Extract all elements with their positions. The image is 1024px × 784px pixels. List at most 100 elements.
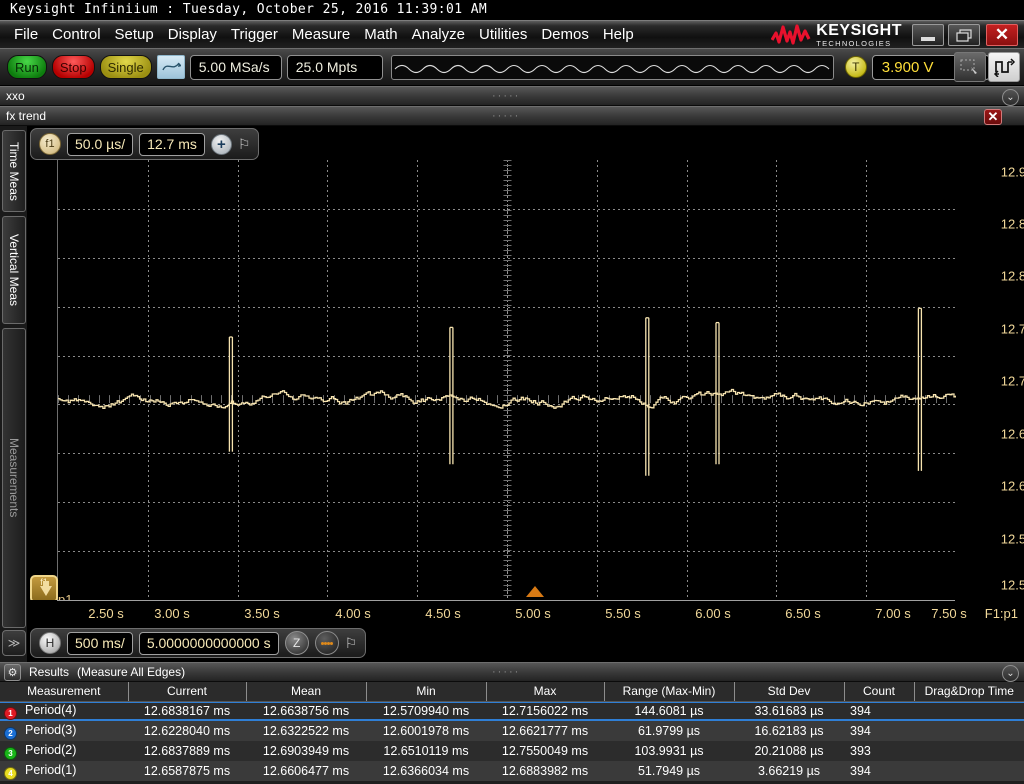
menu-item-measure[interactable]: Measure — [285, 22, 357, 48]
x-tick-3: 4.00 s — [335, 606, 371, 621]
control-toolbar: Run Stop Single 5.00 MSa/s 25.0 Mpts T 3… — [0, 48, 1024, 86]
timebase-scale-field[interactable]: 500 ms/ — [67, 631, 133, 655]
pin-icon[interactable]: ⚐ — [238, 136, 251, 153]
cell-count: 393 — [850, 744, 871, 758]
function-timebase-bar: f1 50.0 µs/ 12.7 ms + ⚐ — [30, 128, 260, 160]
function-scale-field[interactable]: 50.0 µs/ — [67, 132, 134, 156]
cell-current: 12.6838167 ms — [143, 704, 231, 719]
autoscale-button[interactable] — [156, 55, 185, 79]
timebase-position-field[interactable]: 5.0000000000000 s — [138, 631, 279, 655]
cell-current: 12.6837889 ms — [143, 744, 231, 758]
strip-chevron-xxo[interactable]: ⌄ — [1002, 89, 1019, 106]
function-offset-marker[interactable]: f1 — [30, 575, 58, 603]
col-measurement[interactable]: Measurement — [0, 682, 129, 702]
trigger-marker-icon[interactable] — [526, 586, 544, 597]
waveform-nav-button[interactable] — [988, 52, 1020, 82]
run-button[interactable]: Run — [7, 55, 47, 79]
cell-min: 12.6001978 ms — [382, 724, 470, 738]
sample-rate-field[interactable]: 5.00 MSa/s — [189, 54, 282, 80]
tab-strip-fx-trend[interactable]: fx trend ····· ✕ — [0, 106, 1024, 126]
restore-button[interactable] — [948, 24, 980, 46]
menu-item-display[interactable]: Display — [161, 22, 224, 48]
minimize-button[interactable] — [912, 24, 944, 46]
cell-mean: 12.6322522 ms — [262, 724, 350, 738]
timebase-expand-button[interactable]: ≫ — [2, 630, 26, 656]
menu-item-utilities[interactable]: Utilities — [472, 22, 534, 48]
dot-4 — [329, 641, 333, 645]
col-mean[interactable]: Mean — [246, 682, 367, 702]
segments-button[interactable] — [314, 631, 339, 655]
cell-drag-drop — [914, 761, 1024, 781]
col-std-dev[interactable]: Std Dev — [734, 682, 845, 702]
col-current[interactable]: Current — [128, 682, 247, 702]
strip-grip-xxo[interactable]: ····· — [492, 91, 536, 102]
horizontal-timebase-bar: H 500 ms/ 5.0000000000000 s Z ⚐ — [30, 628, 367, 658]
waveform-plot-area[interactable]: 12.9 ms 12.8 ms 12.8 ms 12.7 ms 12.7 ms … — [28, 160, 1024, 603]
add-function-button[interactable]: + — [210, 133, 232, 155]
cell-measurement: 1 Period(4) — [0, 701, 128, 721]
waveform-trace — [58, 307, 956, 476]
menu-bar: File Control Setup Display Trigger Measu… — [0, 20, 1024, 48]
toolbar-right-buttons — [954, 52, 1020, 82]
minimize-icon — [921, 37, 935, 41]
cell-max: 12.6621777 ms — [501, 724, 589, 738]
single-button[interactable]: Single — [99, 55, 152, 79]
menu-item-trigger[interactable]: Trigger — [224, 22, 285, 48]
cell-measurement: 4 Period(1) — [0, 761, 128, 781]
gear-icon[interactable]: ⚙ — [4, 663, 21, 681]
menu-item-help[interactable]: Help — [596, 22, 641, 48]
trigger-badge: T — [844, 56, 867, 78]
memory-depth-field[interactable]: 25.0 Mpts — [286, 54, 383, 80]
table-row[interactable]: 1 Period(4) 12.6838167 ms 12.6638756 ms 12.5… — [0, 701, 1024, 721]
timebase-pin-icon[interactable]: ⚐ — [345, 635, 358, 652]
menu-item-control[interactable]: Control — [45, 22, 107, 48]
col-drag-drop[interactable]: Drag&Drop Time — [914, 682, 1024, 702]
y-tick-1: 12.8 ms — [1000, 216, 1024, 232]
cell-min: 12.6510119 ms — [383, 744, 469, 758]
zoom-region-button[interactable] — [954, 52, 986, 82]
x-tick-7: 6.00 s — [695, 606, 731, 621]
strip-grip-fx-trend[interactable]: ····· — [492, 111, 536, 122]
col-max[interactable]: Max — [486, 682, 605, 702]
function-position-field[interactable]: 12.7 ms — [139, 132, 205, 156]
table-row[interactable]: 4 Period(1) 12.6587875 ms 12.6606477 ms 12.6… — [0, 761, 1024, 781]
y-tick-3: 12.7 ms — [1000, 321, 1024, 337]
function-chip-f1[interactable]: f1 — [39, 133, 61, 155]
menu-item-analyze[interactable]: Analyze — [405, 22, 472, 48]
table-row[interactable]: 3 Period(2) 12.6837889 ms 12.6903949 ms 12.6… — [0, 741, 1024, 761]
col-count[interactable]: Count — [844, 682, 915, 702]
cell-mean: 12.6606477 ms — [262, 764, 350, 778]
stop-button[interactable]: Stop — [51, 55, 95, 79]
waveform-preview[interactable] — [390, 54, 834, 80]
close-button[interactable]: ✕ — [986, 24, 1018, 46]
cell-min: 12.5709940 ms — [382, 704, 470, 719]
table-row[interactable]: 2 Period(3) 12.6228040 ms 12.6322522 ms 12.6… — [0, 721, 1024, 741]
sidebar-tab-time-meas[interactable]: Time Meas — [2, 130, 26, 212]
col-range[interactable]: Range (Max-Min) — [604, 682, 735, 702]
menu-item-demos[interactable]: Demos — [534, 22, 596, 48]
strip-close-icon[interactable]: ✕ — [984, 109, 1002, 125]
cell-current: 12.6587875 ms — [143, 764, 231, 778]
y-tick-0: 12.9 ms — [1000, 164, 1024, 180]
tab-strip-xxo[interactable]: xxo ····· ⌄ — [0, 86, 1024, 106]
results-grip[interactable]: ····· — [492, 667, 536, 678]
y-tick-7: 12.5 ms — [1000, 531, 1024, 547]
zoom-toggle-button[interactable]: Z — [284, 631, 309, 655]
menu-item-math[interactable]: Math — [357, 22, 404, 48]
waveform-canvas[interactable] — [57, 160, 956, 600]
cell-drag-drop — [914, 701, 1024, 721]
menu-item-setup[interactable]: Setup — [108, 22, 161, 48]
results-title: Results — [29, 665, 70, 679]
results-chevron[interactable]: ⌄ — [1002, 665, 1019, 682]
col-min[interactable]: Min — [366, 682, 487, 702]
x-tick-1: 3.00 s — [154, 606, 190, 621]
sidebar-tab-vertical-meas[interactable]: Vertical Meas — [2, 216, 26, 324]
sidebar-tab-measurements[interactable]: Measurements — [2, 328, 26, 628]
measurement-name: Period(1) — [25, 762, 77, 777]
brand-name: KEYSIGHT — [816, 21, 902, 39]
menu-item-file[interactable]: File — [7, 22, 45, 48]
timebase-chip-h[interactable]: H — [39, 632, 61, 654]
cell-mean: 12.6903949 ms — [262, 744, 350, 758]
measurement-color-dot: 2 — [4, 726, 17, 740]
y-tick-4: 12.7 ms — [1000, 373, 1024, 389]
